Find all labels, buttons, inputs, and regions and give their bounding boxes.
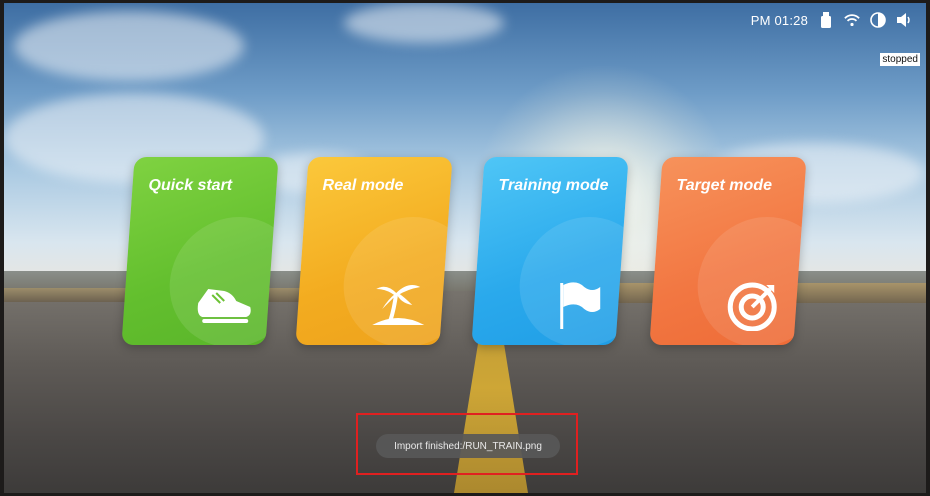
run-state-label: stopped bbox=[880, 53, 920, 66]
cloud bbox=[344, 3, 504, 43]
clock: PM 01:28 bbox=[750, 12, 808, 28]
target-icon bbox=[722, 279, 782, 332]
card-title: Target mode bbox=[676, 177, 772, 194]
palm-island-icon bbox=[368, 279, 428, 331]
home-screen: PM 01:28 stopped Quick start Real mode T… bbox=[4, 3, 926, 493]
volume-icon[interactable] bbox=[896, 12, 912, 28]
shoe-icon bbox=[194, 279, 254, 331]
card-title: Real mode bbox=[322, 177, 404, 194]
brightness-icon[interactable] bbox=[870, 12, 886, 28]
usb-icon bbox=[818, 12, 834, 28]
wifi-icon bbox=[844, 12, 860, 28]
status-bar: PM 01:28 bbox=[751, 9, 912, 31]
cloud bbox=[14, 11, 244, 81]
real-mode-card[interactable]: Real mode bbox=[295, 157, 453, 345]
training-mode-card[interactable]: Training mode bbox=[471, 157, 629, 345]
import-toast: Import finished:/RUN_TRAIN.png bbox=[376, 434, 560, 458]
quick-start-card[interactable]: Quick start bbox=[121, 157, 279, 345]
card-title: Quick start bbox=[148, 177, 233, 194]
flag-icon bbox=[544, 279, 604, 331]
target-mode-card[interactable]: Target mode bbox=[649, 157, 807, 345]
card-title: Training mode bbox=[498, 177, 609, 194]
